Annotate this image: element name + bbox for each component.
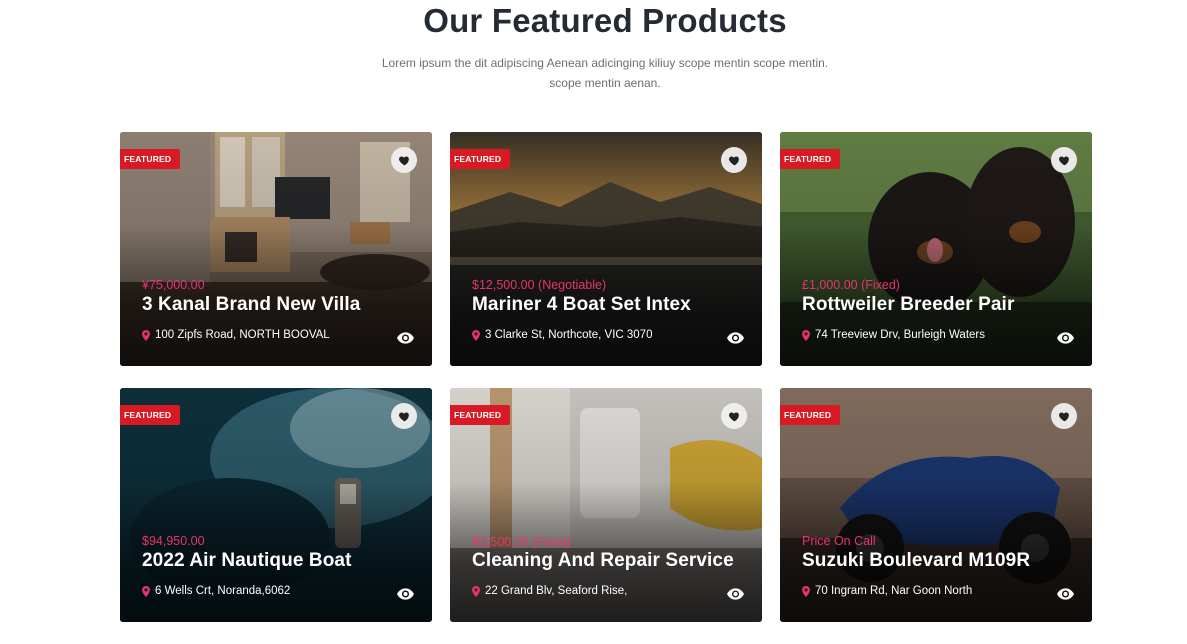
map-pin-icon <box>802 585 810 597</box>
favorite-button[interactable] <box>391 403 417 429</box>
product-title[interactable]: Mariner 4 Boat Set Intex <box>472 294 691 316</box>
product-title[interactable]: 3 Kanal Brand New Villa <box>142 294 360 316</box>
product-title[interactable]: Cleaning And Repair Service <box>472 550 734 572</box>
featured-badge: FEATURED <box>780 405 841 431</box>
product-grid: FEATURED ¥75,000.00 3 Kanal Brand New Vi… <box>120 132 1092 622</box>
eye-icon[interactable] <box>397 588 414 600</box>
section-subtitle: Lorem ipsum the dit adipiscing Aenean ad… <box>381 56 829 90</box>
map-pin-icon <box>472 585 480 597</box>
product-location: 6 Wells Crt, Noranda,6062 <box>142 585 290 597</box>
product-card[interactable]: FEATURED ₽3,500.00 (Fixed) Cleaning And … <box>450 388 762 622</box>
heart-icon <box>728 155 739 165</box>
product-location: 3 Clarke St, Northcote, VIC 3070 <box>472 329 652 341</box>
map-pin-icon <box>802 329 810 341</box>
favorite-button[interactable] <box>721 147 747 173</box>
featured-badge: FEATURED <box>450 149 511 175</box>
favorite-button[interactable] <box>391 147 417 173</box>
section-title: Our Featured Products <box>423 2 787 39</box>
product-price: ₽3,500.00 (Fixed) <box>472 535 571 549</box>
location-text: 6 Wells Crt, Noranda,6062 <box>155 585 291 597</box>
product-price: ¥75,000.00 <box>142 278 205 292</box>
eye-icon[interactable] <box>1057 588 1074 600</box>
map-pin-icon <box>142 585 150 597</box>
map-pin-icon <box>472 329 480 341</box>
product-card[interactable]: FEATURED £1,000.00 (Fixed) Rottweiler Br… <box>780 132 1092 366</box>
product-location: 22 Grand Blv, Seaford Rise, <box>472 585 627 597</box>
product-title[interactable]: 2022 Air Nautique Boat <box>142 550 352 572</box>
product-card[interactable]: FEATURED Price On Call Suzuki Boulevard … <box>780 388 1092 622</box>
product-card[interactable]: FEATURED ¥75,000.00 3 Kanal Brand New Vi… <box>120 132 432 366</box>
featured-badge: FEATURED <box>120 405 181 431</box>
eye-icon[interactable] <box>397 332 414 344</box>
heart-icon <box>1058 155 1069 165</box>
eye-icon[interactable] <box>727 332 744 344</box>
featured-badge: FEATURED <box>120 149 181 175</box>
featured-badge: FEATURED <box>780 149 841 175</box>
favorite-button[interactable] <box>1051 403 1077 429</box>
featured-badge: FEATURED <box>450 405 511 431</box>
product-price: £1,000.00 (Fixed) <box>802 278 900 292</box>
product-location: 70 Ingram Rd, Nar Goon North <box>802 585 972 597</box>
favorite-button[interactable] <box>721 403 747 429</box>
heart-icon <box>398 411 409 421</box>
product-location: 100 Zipfs Road, NORTH BOOVAL <box>142 329 330 341</box>
product-location: 74 Treeview Drv, Burleigh Waters <box>802 329 985 341</box>
product-title[interactable]: Suzuki Boulevard M109R <box>802 550 1030 572</box>
product-price: $12,500.00 (Negotiable) <box>472 278 607 292</box>
location-text: 74 Treeview Drv, Burleigh Waters <box>815 329 986 341</box>
map-pin-icon <box>142 329 150 341</box>
heart-icon <box>1058 411 1069 421</box>
product-card[interactable]: FEATURED $12,500.00 (Negotiable) Mariner… <box>450 132 762 366</box>
location-text: 3 Clarke St, Northcote, VIC 3070 <box>485 329 653 341</box>
product-card[interactable]: FEATURED $94,950.00 2022 Air Nautique Bo… <box>120 388 432 622</box>
heart-icon <box>398 155 409 165</box>
eye-icon[interactable] <box>1057 332 1074 344</box>
favorite-button[interactable] <box>1051 147 1077 173</box>
product-title[interactable]: Rottweiler Breeder Pair <box>802 294 1014 316</box>
location-text: 100 Zipfs Road, NORTH BOOVAL <box>155 329 330 341</box>
location-text: 22 Grand Blv, Seaford Rise, <box>485 585 628 597</box>
eye-icon[interactable] <box>727 588 744 600</box>
product-price: Price On Call <box>802 534 876 548</box>
location-text: 70 Ingram Rd, Nar Goon North <box>815 585 973 597</box>
product-price: $94,950.00 <box>142 534 205 548</box>
heart-icon <box>728 411 739 421</box>
